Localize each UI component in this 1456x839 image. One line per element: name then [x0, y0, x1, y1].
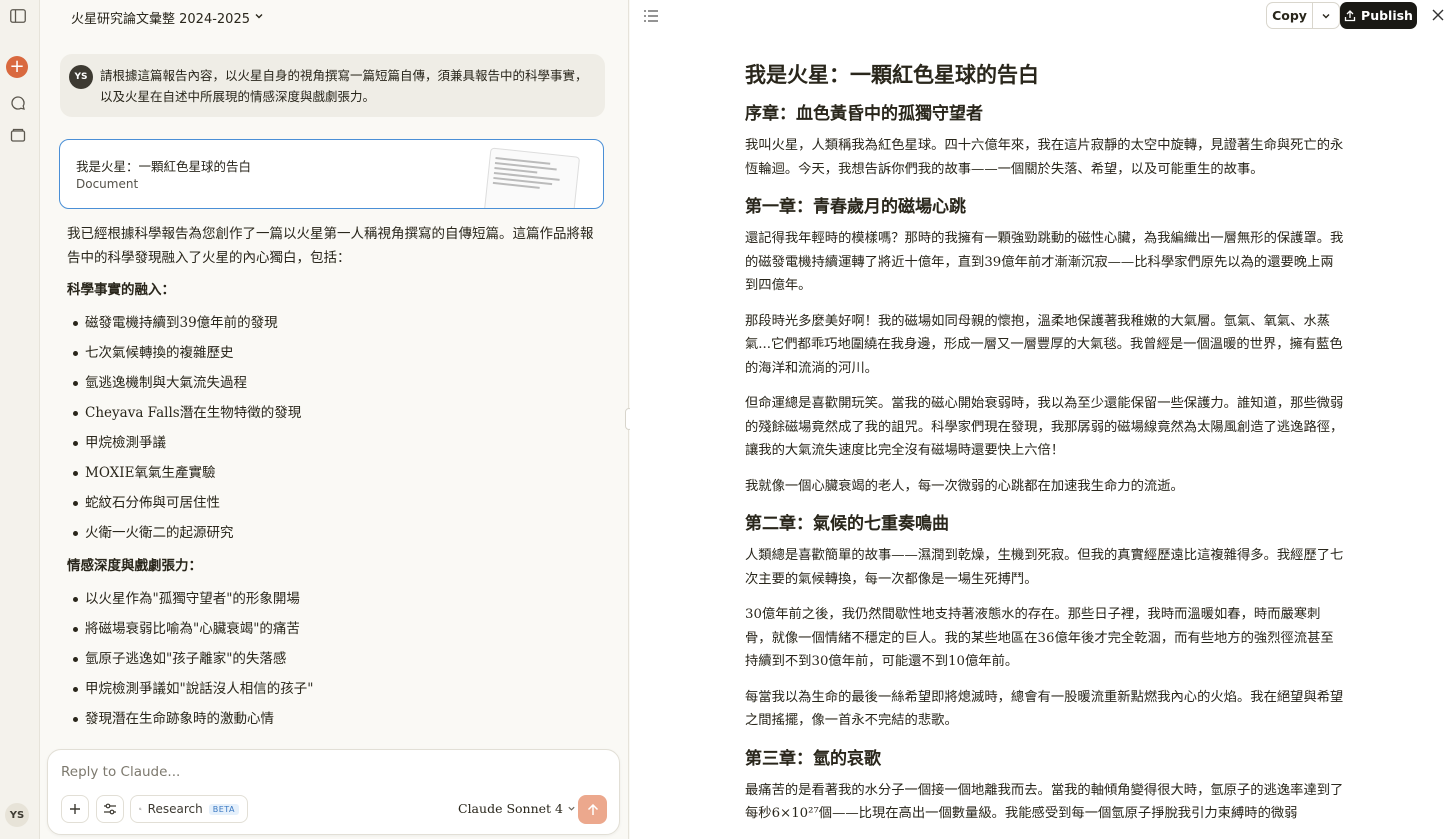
chats-icon[interactable]	[8, 93, 28, 113]
copy-options-button[interactable]	[1313, 3, 1339, 28]
send-button[interactable]	[578, 795, 607, 824]
user-message: YS 請根據這篇報告內容，以火星自身的視角撰寫一篇短篇自傳，須兼具報告中的科學事…	[60, 54, 605, 117]
list-item: 氫原子逃逸如"孩子離家"的失落感	[67, 644, 597, 674]
projects-icon[interactable]	[8, 125, 28, 145]
section-heading: 第一章：青春歲月的磁場心跳	[745, 197, 966, 217]
chevron-down-icon	[1322, 13, 1330, 18]
artifact-card-title: 我是火星：一顆紅色星球的告白	[76, 159, 252, 174]
add-attachment-button[interactable]	[61, 795, 89, 823]
arrow-up-icon	[587, 803, 598, 815]
list-item: 將磁場衰弱比喻為"心臟衰竭"的痛苦	[67, 614, 597, 644]
section-heading: 第三章：氫的哀歌	[745, 748, 881, 769]
document-title: 我是火星：一顆紅色星球的告白	[745, 62, 1039, 87]
paragraph: 最痛苦的是看著我的水分子一個接一個地離我而去。當我的軸傾角變得很大時，氫原子的逃…	[745, 782, 1344, 822]
document-thumbnail	[483, 147, 581, 208]
close-icon[interactable]	[1430, 7, 1446, 23]
plus-icon	[70, 804, 80, 814]
paragraph: 但命運總是喜歡開玩笑。當我的磁心開始衰弱時，我以為至少還能保留一些保護力。誰知道…	[745, 396, 1344, 458]
paragraph: 30億年前之後，我仍然間歇性地支持著液態水的存在。那些日子裡，我時而溫暖如春，時…	[745, 607, 1334, 669]
chat-title-menu[interactable]: 火星研究論文彙整 2024-2025	[71, 8, 264, 27]
list-item: 發現潛在生命跡象時的激動心情	[67, 704, 597, 734]
assistant-intro: 我已經根據科學報告為您創作了一篇以火星第一人稱視角撰寫的自傳短篇。這篇作品將報告…	[67, 226, 594, 266]
left-rail: + YS	[0, 0, 40, 839]
artifact-card[interactable]: 我是火星：一顆紅色星球的告白 Document	[59, 139, 604, 209]
emotion-heading: 情感深度與戲劇張力：	[67, 558, 202, 574]
sliders-icon	[104, 803, 116, 815]
science-heading: 科學事實的融入：	[67, 282, 175, 298]
list-item: 七次氣候轉換的複雜歷史	[67, 338, 597, 368]
new-chat-button[interactable]: +	[6, 56, 28, 78]
paragraph: 我叫火星，人類稱我為紅色星球。四十六億年來，我在這片寂靜的太空中旋轉，見證著生命…	[745, 138, 1344, 177]
model-selector[interactable]: Claude Sonnet 4	[458, 801, 576, 816]
list-item: 磁發電機持續到39億年前的發現	[67, 308, 597, 338]
user-avatar[interactable]: YS	[5, 803, 29, 827]
list-item: 火衛一火衛二的起源研究	[67, 518, 597, 548]
research-label: Research	[147, 802, 203, 816]
research-button[interactable]: Research BETA	[130, 795, 248, 823]
list-item: 以火星作為"孤獨守望者"的形象開場	[67, 584, 597, 614]
paragraph: 我就像一個心臟衰竭的老人，每一次微弱的心跳都在加速我生命力的流逝。	[745, 478, 1184, 494]
list-item: 甲烷檢測爭議	[67, 428, 597, 458]
paragraph: 人類總是喜歡簡單的故事——濕潤到乾燥，生機到死寂。但我的真實經歷遠比這複雜得多。…	[745, 548, 1344, 587]
beta-badge: BETA	[208, 803, 239, 815]
paragraph: 那段時光多麼美好啊！我的磁場如同母親的懷抱，溫柔地保護著我稚嫩的大氣層。氫氣、氧…	[745, 313, 1343, 376]
user-message-avatar: YS	[69, 65, 93, 89]
chat-pane: 火星研究論文彙整 2024-2025 YS 請根據這篇報告內容，以火星自身的視角…	[41, 0, 629, 839]
copy-button[interactable]: Copy	[1267, 3, 1313, 28]
upload-icon	[1344, 9, 1356, 21]
assistant-message: 我已經根據科學報告為您創作了一篇以火星第一人稱視角撰寫的自傳短篇。這篇作品將報告…	[67, 222, 597, 740]
table-of-contents-icon[interactable]	[643, 8, 659, 24]
list-item: 甲烷檢測爭議如"說話沒人相信的孩子"	[67, 674, 597, 704]
chevron-down-icon	[254, 10, 264, 25]
copy-button-group: Copy	[1266, 2, 1340, 29]
search-icon	[139, 807, 142, 811]
chat-title: 火星研究論文彙整 2024-2025	[71, 12, 250, 27]
tools-button[interactable]	[96, 795, 124, 823]
list-item: MOXIE氧氣生產實驗	[67, 458, 597, 488]
document-content: 我是火星：一顆紅色星球的告白 序章：血色黃昏中的孤獨守望者 我叫火星，人類稱我為…	[745, 58, 1345, 838]
model-label: Claude Sonnet 4	[458, 801, 563, 816]
list-item: 氫逃逸機制與大氣流失過程	[67, 368, 597, 398]
publish-button[interactable]: Publish	[1340, 2, 1417, 29]
section-heading: 序章：血色黃昏中的孤獨守望者	[745, 104, 983, 124]
publish-label: Publish	[1361, 8, 1413, 23]
reply-input[interactable]: Reply to Claude...	[61, 764, 180, 780]
artifact-pane: Copy Publish 我是火星：一顆紅色星球的告白 序章：血色黃昏中的孤獨守…	[630, 0, 1456, 839]
sidebar-toggle-icon[interactable]	[8, 6, 28, 26]
reply-composer[interactable]: Reply to Claude... Research BETA Claude …	[47, 749, 620, 835]
list-item: Cheyava Falls潛在生物特徵的發現	[67, 398, 597, 428]
chevron-down-icon	[568, 806, 575, 811]
emotion-list: 以火星作為"孤獨守望者"的形象開場 將磁場衰弱比喻為"心臟衰竭"的痛苦 氫原子逃…	[67, 584, 597, 734]
user-message-text: 請根據這篇報告內容，以火星自身的視角撰寫一篇短篇自傳，須兼具報告中的科學事實，以…	[100, 68, 588, 104]
paragraph: 還記得我年輕時的模樣嗎？那時的我擁有一顆強勁跳動的磁性心臟，為我編織出一層無形的…	[745, 231, 1344, 293]
artifact-card-type: Document	[76, 177, 139, 191]
section-heading: 第二章：氣候的七重奏鳴曲	[745, 514, 949, 534]
science-list: 磁發電機持續到39億年前的發現 七次氣候轉換的複雜歷史 氫逃逸機制與大氣流失過程…	[67, 308, 597, 548]
list-item: 蛇紋石分佈與可居住性	[67, 488, 597, 518]
paragraph: 每當我以為生命的最後一絲希望即將熄滅時，總會有一股暖流重新點燃我內心的火焰。我在…	[745, 689, 1344, 729]
